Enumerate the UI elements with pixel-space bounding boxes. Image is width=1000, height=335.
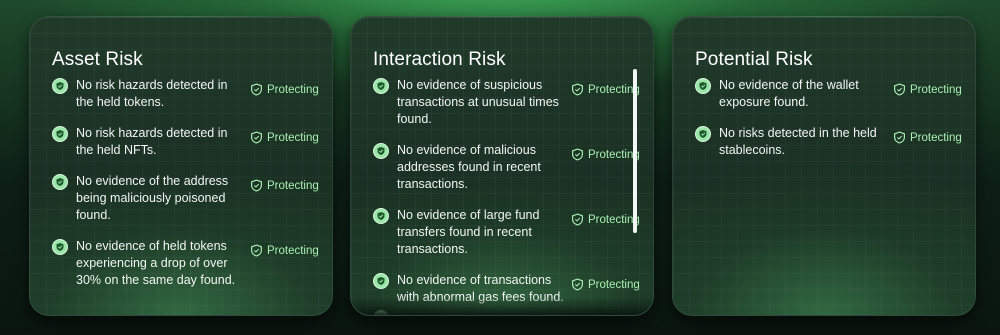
risk-item: No evidence of the wallet exposure found… (695, 77, 965, 111)
shield-icon (251, 131, 262, 144)
status-badge: Protecting (250, 244, 319, 257)
risk-item-text: No risk hazards detected in the held tok… (76, 78, 228, 109)
shield-check-icon (373, 208, 389, 224)
risk-item-text: No risk hazards detected in the held NFT… (76, 126, 228, 157)
risk-item-text: No evidence of malicious addresses found… (397, 143, 541, 191)
status-label: Protecting (267, 83, 319, 96)
interaction-risk-card[interactable]: Interaction Risk No evidence of suspicio… (350, 16, 654, 316)
scrollbar[interactable] (633, 69, 637, 233)
shield-check-icon (52, 126, 68, 142)
status-label: Protecting (267, 179, 319, 192)
shield-check-icon (373, 78, 389, 94)
status-badge: Protecting (571, 278, 640, 291)
status-badge: Protecting (893, 83, 962, 96)
risk-item-list: No evidence of the wallet exposure found… (695, 77, 965, 173)
risk-item: No evidence of held tokens experiencing … (52, 238, 322, 289)
status-badge: Protecting (571, 83, 640, 96)
risk-item-text: No risks detected in the held stablecoin… (719, 126, 877, 157)
risk-item: No evidence of the address being malicio… (52, 173, 322, 224)
shield-icon (572, 148, 583, 161)
shield-check-icon (373, 143, 389, 159)
card-fade (351, 297, 653, 315)
shield-icon (251, 83, 262, 96)
risk-item-text: No evidence of held tokens experiencing … (76, 239, 236, 287)
risk-item-list[interactable]: No evidence of suspicious transactions a… (373, 77, 643, 315)
shield-check-icon (52, 78, 68, 94)
card-title: Potential Risk (695, 49, 813, 70)
status-badge: Protecting (893, 131, 962, 144)
shield-check-icon (52, 174, 68, 190)
risk-item: No evidence of malicious addresses found… (373, 142, 643, 193)
risk-item-text: No evidence of the wallet exposure found… (719, 78, 859, 109)
shield-icon (894, 131, 905, 144)
status-label: Protecting (267, 244, 319, 257)
asset-risk-card: Asset Risk No risk hazards detected in t… (29, 16, 333, 316)
card-title: Interaction Risk (373, 49, 506, 70)
risk-item: No risk hazards detected in the held tok… (52, 77, 322, 111)
status-badge: Protecting (250, 179, 319, 192)
risk-item: No evidence of suspicious transactions a… (373, 77, 643, 128)
shield-icon (572, 278, 583, 291)
status-badge: Protecting (571, 148, 640, 161)
shield-icon (894, 83, 905, 96)
status-label: Protecting (588, 83, 640, 96)
shield-icon (251, 244, 262, 257)
risk-item: No risk hazards detected in the held NFT… (52, 125, 322, 159)
shield-icon (572, 213, 583, 226)
status-label: Protecting (588, 213, 640, 226)
shield-check-icon (695, 78, 711, 94)
status-label: Protecting (910, 131, 962, 144)
shield-check-icon (52, 239, 68, 255)
card-title: Asset Risk (52, 49, 143, 70)
status-label: Protecting (588, 278, 640, 291)
status-badge: Protecting (250, 131, 319, 144)
risk-item-text: No evidence of large fund transfers foun… (397, 208, 540, 256)
shield-icon (251, 179, 262, 192)
status-badge: Protecting (571, 213, 640, 226)
status-label: Protecting (910, 83, 962, 96)
risk-item-text: No evidence of the address being malicio… (76, 174, 229, 222)
status-label: Protecting (588, 148, 640, 161)
status-badge: Protecting (250, 83, 319, 96)
shield-icon (572, 83, 583, 96)
shield-check-icon (373, 273, 389, 289)
risk-item: No risks detected in the held stablecoin… (695, 125, 965, 159)
risk-item: No evidence of large fund transfers foun… (373, 207, 643, 258)
potential-risk-card: Potential Risk No evidence of the wallet… (672, 16, 976, 316)
risk-item-list: No risk hazards detected in the held tok… (52, 77, 322, 303)
shield-check-icon (695, 126, 711, 142)
status-label: Protecting (267, 131, 319, 144)
risk-item-text: No evidence of suspicious transactions a… (397, 78, 559, 126)
